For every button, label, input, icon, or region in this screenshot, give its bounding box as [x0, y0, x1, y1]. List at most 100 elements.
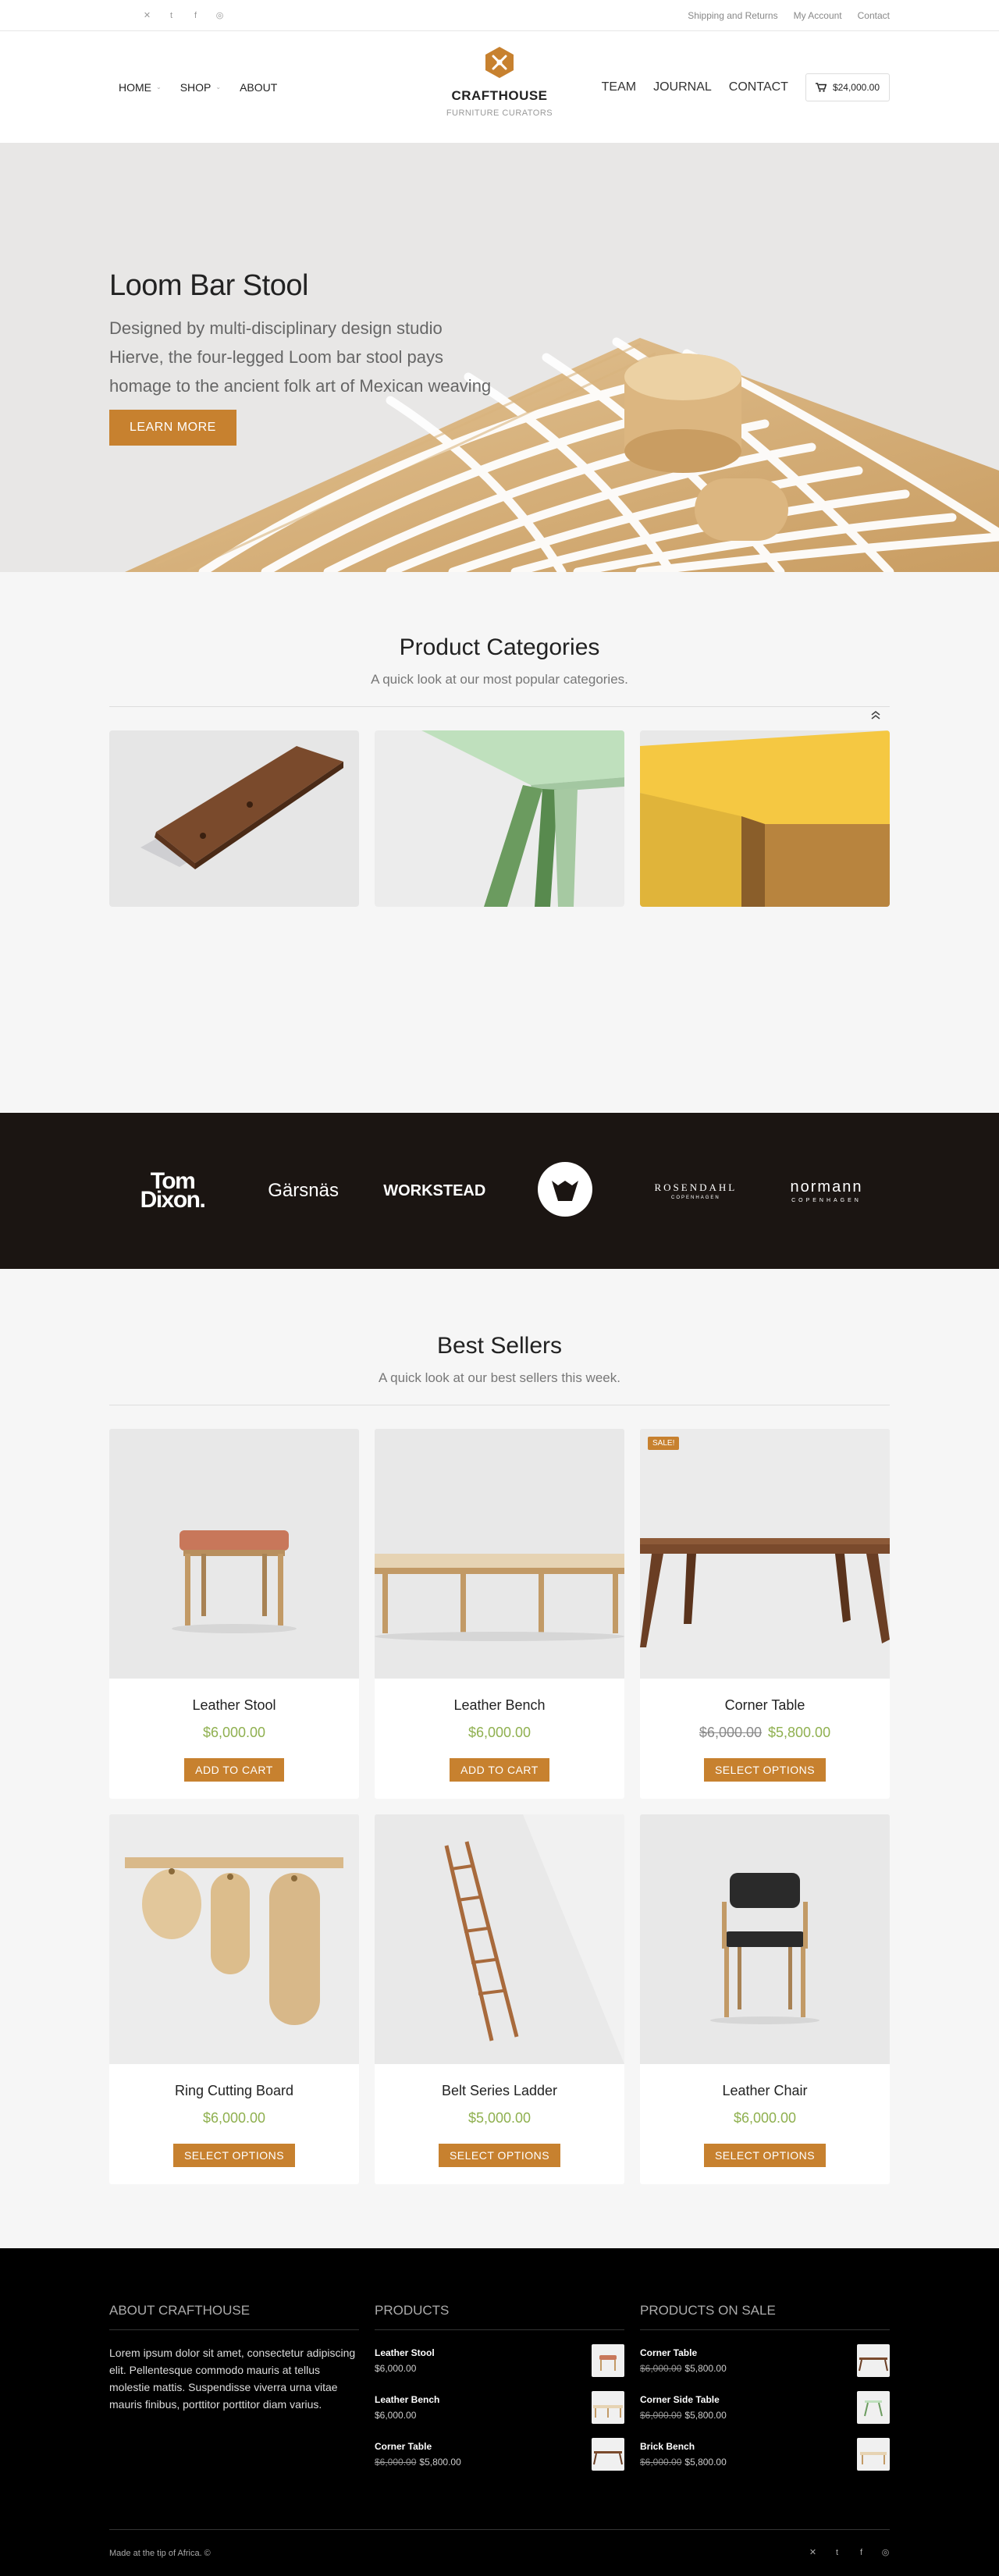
- category-tile-side-tables[interactable]: [640, 730, 890, 907]
- brand-name: CRAFTHOUSE: [451, 88, 548, 103]
- apple-icon[interactable]: [784, 2549, 793, 2557]
- category-tile-boards[interactable]: [109, 730, 359, 907]
- nav-about[interactable]: ABOUT: [240, 81, 277, 94]
- footer-product-item[interactable]: Leather Stool $6,000.00: [375, 2344, 624, 2377]
- category-image-boards: [109, 730, 359, 907]
- dribbble-icon[interactable]: ◎: [215, 11, 224, 20]
- product-image[interactable]: [109, 1814, 359, 2064]
- brand-logo-herman-miller[interactable]: [514, 1161, 616, 1220]
- product-card: Leather Chair $6,000.00 SELECT OPTIONS: [640, 1814, 890, 2184]
- footer-about-text: Lorem ipsum dolor sit amet, consectetur …: [109, 2347, 356, 2411]
- add-to-cart-button[interactable]: ADD TO CART: [450, 1758, 549, 1782]
- category-image-tables: [375, 730, 624, 907]
- dribbble-icon[interactable]: ◎: [881, 2549, 890, 2557]
- product-categories-section: Product Categories A quick look at our m…: [0, 572, 999, 1113]
- product-price: $6,000.00 $5,800.00: [699, 1725, 831, 1740]
- category-image-side-tables: [640, 730, 890, 907]
- footer-sale-item[interactable]: Corner Table $6,000.00 $5,800.00: [640, 2344, 890, 2377]
- footer-product-item[interactable]: Corner Table $6,000.00 $5,800.00: [375, 2438, 624, 2471]
- site-footer: ABOUT CRAFTHOUSE Lorem ipsum dolor sit a…: [0, 2248, 999, 2576]
- divider: [109, 706, 890, 707]
- product-price: $6,000.00: [468, 1725, 531, 1740]
- footer-product-item[interactable]: Leather Bench $6,000.00: [375, 2391, 624, 2424]
- twitter-icon[interactable]: ✕: [809, 2549, 817, 2557]
- category-tile-tables[interactable]: [375, 730, 624, 907]
- brand-logo-rosendahl[interactable]: ROSENDAHL COPENHAGEN: [645, 1181, 746, 1200]
- facebook-icon[interactable]: f: [191, 11, 200, 20]
- select-options-button[interactable]: SELECT OPTIONS: [172, 2144, 296, 2167]
- hero-description: Designed by multi-disciplinary design st…: [109, 318, 492, 396]
- select-options-button[interactable]: SELECT OPTIONS: [703, 1758, 827, 1782]
- best-sellers-section: Best Sellers A quick look at our best se…: [0, 1269, 999, 2248]
- brand-tagline: FURNITURE CURATORS: [446, 108, 553, 118]
- brand-logo-tom-dixon[interactable]: Tom Dixon.: [122, 1170, 223, 1212]
- footer-sale-item[interactable]: Corner Side Table $6,000.00 $5,800.00: [640, 2391, 890, 2424]
- back-to-top-icon[interactable]: [869, 709, 882, 722]
- product-name[interactable]: Leather Stool: [109, 1697, 359, 1714]
- product-image[interactable]: [109, 1429, 359, 1679]
- chevron-down-icon: ⌄: [156, 83, 162, 91]
- tumblr-icon[interactable]: t: [167, 11, 176, 20]
- twitter-icon[interactable]: ✕: [143, 11, 151, 20]
- product-price: $6,000.00: [733, 2110, 797, 2126]
- cart-button[interactable]: $24,000.00: [805, 73, 890, 101]
- select-options-button[interactable]: SELECT OPTIONS: [703, 2144, 827, 2167]
- product-thumbnail[interactable]: [592, 2344, 624, 2377]
- chevron-down-icon: ⌄: [215, 83, 222, 91]
- product-card: Leather Bench $6,000.00 ADD TO CART: [375, 1429, 624, 1799]
- shipping-returns-link[interactable]: Shipping and Returns: [688, 10, 777, 21]
- product-image[interactable]: [375, 1814, 624, 2064]
- nav-contact[interactable]: CONTACT: [729, 80, 788, 94]
- nav-team[interactable]: TEAM: [602, 80, 636, 94]
- product-price: $6,000.00: [202, 2110, 266, 2126]
- product-price: $6,000.00: [202, 1725, 266, 1740]
- product-name[interactable]: Corner Table: [640, 1697, 890, 1714]
- product-image[interactable]: [375, 1429, 624, 1679]
- product-card: Belt Series Ladder $5,000.00 SELECT OPTI…: [375, 1814, 624, 2184]
- top-bar: ✕ t f ◎ Shipping and Returns My Account …: [0, 0, 999, 31]
- add-to-cart-button[interactable]: ADD TO CART: [184, 1758, 284, 1782]
- best-sellers-subtitle: A quick look at our best sellers this we…: [379, 1370, 620, 1385]
- product-name[interactable]: Belt Series Ladder: [375, 2083, 624, 2099]
- brand-logo-workstead[interactable]: WORKSTEAD: [383, 1182, 485, 1200]
- product-card: Ring Cutting Board $6,000.00 SELECT OPTI…: [109, 1814, 359, 2184]
- select-options-button[interactable]: SELECT OPTIONS: [438, 2144, 561, 2167]
- learn-more-button[interactable]: LEARN MORE: [109, 410, 236, 446]
- product-name[interactable]: Ring Cutting Board: [109, 2083, 359, 2099]
- facebook-icon[interactable]: f: [857, 2549, 866, 2557]
- my-account-link[interactable]: My Account: [794, 10, 842, 21]
- product-thumbnail[interactable]: [592, 2438, 624, 2471]
- product-thumbnail[interactable]: [857, 2438, 890, 2471]
- brand-logo-garsnas[interactable]: Gärsnäs: [253, 1180, 354, 1202]
- nav-shop[interactable]: SHOP ⌄: [180, 81, 221, 94]
- nav-home[interactable]: HOME ⌄: [119, 81, 162, 94]
- nav-journal[interactable]: JOURNAL: [653, 80, 712, 94]
- site-header: HOME ⌄ SHOP ⌄ ABOUT CRAFTHOUSE FURNITURE C…: [0, 31, 999, 143]
- product-thumbnail[interactable]: [857, 2344, 890, 2377]
- categories-title: Product Categories: [399, 634, 600, 660]
- product-name[interactable]: Leather Bench: [375, 1697, 624, 1714]
- product-image[interactable]: SALE!: [640, 1429, 890, 1679]
- product-thumbnail[interactable]: [592, 2391, 624, 2424]
- footer-bottom-bar: Made at the tip of Africa. © ✕ t f ◎: [109, 2529, 890, 2576]
- product-card: Leather Stool $6,000.00 ADD TO CART: [109, 1429, 359, 1799]
- footer-sale-item[interactable]: Brick Bench $6,000.00 $5,800.00: [640, 2438, 890, 2471]
- product-image[interactable]: [640, 1814, 890, 2064]
- copyright-text: Made at the tip of Africa. ©: [109, 2548, 211, 2558]
- product-thumbnail[interactable]: [857, 2391, 890, 2424]
- tumblr-icon[interactable]: t: [833, 2549, 841, 2557]
- hero-title: Loom Bar Stool: [109, 269, 308, 302]
- brand-logo-normann[interactable]: normann COPENHAGEN: [776, 1178, 877, 1203]
- site-logo[interactable]: CRAFTHOUSE FURNITURE CURATORS: [421, 45, 578, 118]
- old-price: $6,000.00: [699, 1725, 762, 1740]
- sale-badge: SALE!: [648, 1437, 680, 1450]
- best-sellers-title: Best Sellers: [436, 1333, 563, 1359]
- contact-link[interactable]: Contact: [858, 10, 890, 21]
- logo-hexagon-icon: [485, 47, 514, 78]
- product-name[interactable]: Leather Chair: [640, 2083, 890, 2099]
- main-nav-right: TEAM JOURNAL CONTACT $24,000.00: [602, 73, 890, 101]
- categories-subtitle: A quick look at our most popular categor…: [371, 672, 628, 687]
- footer-products: PRODUCTS Leather Stool $6,000.00 Leather …: [375, 2303, 624, 2485]
- product-price: $5,000.00: [468, 2110, 531, 2126]
- apple-icon[interactable]: [119, 12, 127, 20]
